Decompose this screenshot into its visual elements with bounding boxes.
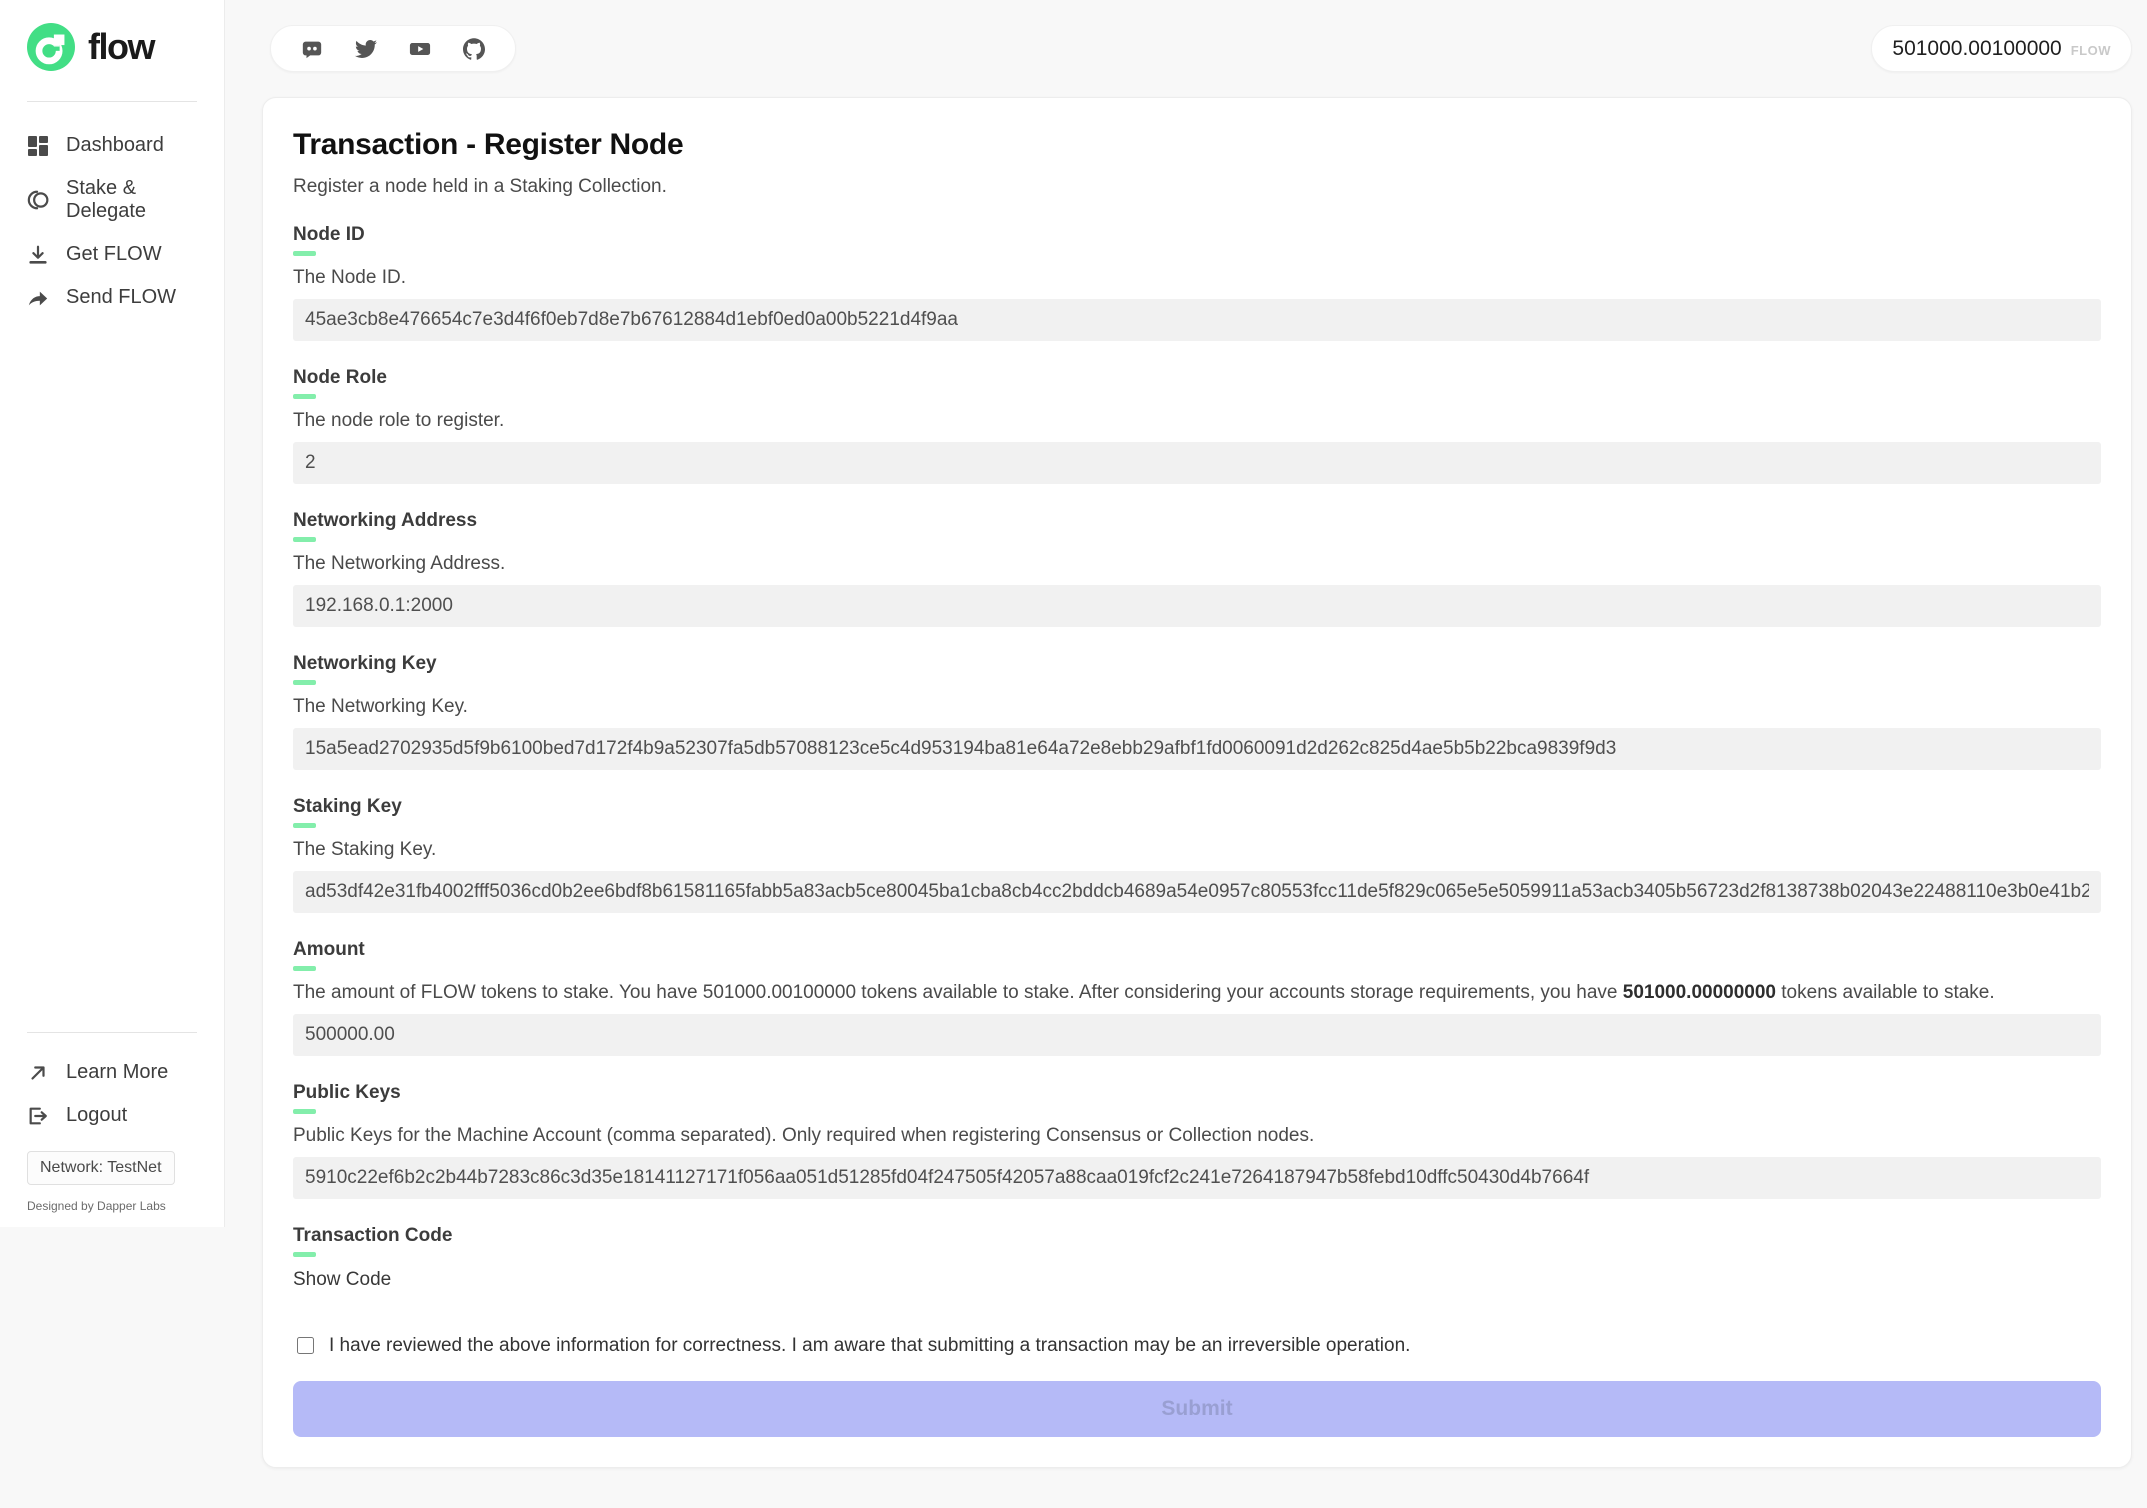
field-description: The amount of FLOW tokens to stake. You … xyxy=(293,982,2101,1004)
label-underline xyxy=(293,1252,316,1257)
twitter-link[interactable] xyxy=(355,38,377,60)
field-description: The Staking Key. xyxy=(293,839,2101,861)
network-badge: Network: TestNet xyxy=(27,1151,175,1185)
sidebar: flow Dashboard Stake & Delegate xyxy=(0,0,225,1227)
external-link-icon xyxy=(27,1062,49,1084)
confirmation-row: I have reviewed the above information fo… xyxy=(293,1335,2101,1357)
topbar: 501000.00100000 FLOW xyxy=(225,0,2147,72)
sidebar-item-get-flow[interactable]: Get FLOW xyxy=(0,233,224,276)
sidebar-item-label: Learn More xyxy=(66,1061,168,1084)
field-description: Public Keys for the Machine Account (com… xyxy=(293,1125,2101,1147)
discord-icon xyxy=(301,38,323,60)
label-underline xyxy=(293,966,316,971)
account-balance-pill: 501000.00100000 FLOW xyxy=(1871,25,2132,72)
github-link[interactable] xyxy=(463,38,485,60)
label-underline xyxy=(293,680,316,685)
show-code-toggle[interactable]: Show Code xyxy=(293,1269,391,1291)
credit-text: Designed by Dapper Labs xyxy=(27,1199,224,1213)
amount-available-bold: 501000.00000000 xyxy=(1623,982,1776,1003)
social-links-pill xyxy=(270,25,516,72)
youtube-icon xyxy=(409,38,431,60)
confirm-checkbox[interactable] xyxy=(297,1337,314,1354)
sidebar-divider-bottom xyxy=(27,1032,197,1033)
sidebar-item-label: Send FLOW xyxy=(66,286,176,309)
sidebar-footer: Learn More Logout Network: TestNet Desig… xyxy=(0,1032,224,1213)
field-label: Node ID xyxy=(293,224,2101,246)
page-title: Transaction - Register Node xyxy=(293,128,2101,162)
page-subtitle: Register a node held in a Staking Collec… xyxy=(293,176,2101,198)
twitter-icon xyxy=(355,38,377,60)
sidebar-item-send-flow[interactable]: Send FLOW xyxy=(0,276,224,319)
field-networking-address: Networking Address The Networking Addres… xyxy=(293,510,2101,627)
field-node-role: Node Role The node role to register. xyxy=(293,367,2101,484)
field-networking-key: Networking Key The Networking Key. xyxy=(293,653,2101,770)
public-keys-input[interactable] xyxy=(293,1157,2101,1199)
field-amount: Amount The amount of FLOW tokens to stak… xyxy=(293,939,2101,1056)
field-label: Networking Key xyxy=(293,653,2101,675)
sidebar-item-dashboard[interactable]: Dashboard xyxy=(0,124,224,167)
sidebar-item-label: Logout xyxy=(66,1104,127,1127)
stake-delegate-icon xyxy=(27,189,49,211)
networking-key-input[interactable] xyxy=(293,728,2101,770)
flow-logo-icon xyxy=(27,23,75,71)
download-icon xyxy=(27,244,49,266)
field-label: Networking Address xyxy=(293,510,2101,532)
logout-icon xyxy=(27,1105,49,1127)
field-public-keys: Public Keys Public Keys for the Machine … xyxy=(293,1082,2101,1199)
node-id-input[interactable] xyxy=(293,299,2101,341)
label-underline xyxy=(293,823,316,828)
github-icon xyxy=(463,38,485,60)
field-label: Staking Key xyxy=(293,796,2101,818)
sidebar-nav: Dashboard Stake & Delegate Get FLOW Send… xyxy=(0,124,224,319)
label-underline xyxy=(293,394,316,399)
flow-brand[interactable]: flow xyxy=(0,0,224,71)
submit-button[interactable]: Submit xyxy=(293,1381,2101,1437)
staking-key-input[interactable] xyxy=(293,871,2101,913)
balance-amount: 501000.00100000 xyxy=(1892,37,2061,61)
send-arrow-icon xyxy=(27,287,49,309)
amount-desc-pre: The amount of FLOW tokens to stake. You … xyxy=(293,982,1623,1003)
field-label: Node Role xyxy=(293,367,2101,389)
label-underline xyxy=(293,537,316,542)
field-description: The Networking Key. xyxy=(293,696,2101,718)
field-description: The Networking Address. xyxy=(293,553,2101,575)
field-transaction-code: Transaction Code Show Code xyxy=(293,1225,2101,1291)
amount-input[interactable] xyxy=(293,1014,2101,1056)
sidebar-item-label: Get FLOW xyxy=(66,243,162,266)
discord-link[interactable] xyxy=(301,38,323,60)
field-node-id: Node ID The Node ID. xyxy=(293,224,2101,341)
youtube-link[interactable] xyxy=(409,38,431,60)
sidebar-divider-top xyxy=(27,101,197,102)
main-area: 501000.00100000 FLOW Transaction - Regis… xyxy=(225,0,2147,1508)
transaction-card: Transaction - Register Node Register a n… xyxy=(262,97,2132,1468)
sidebar-item-learn-more[interactable]: Learn More xyxy=(0,1051,224,1094)
field-label: Amount xyxy=(293,939,2101,961)
label-underline xyxy=(293,1109,316,1114)
sidebar-item-stake-delegate[interactable]: Stake & Delegate xyxy=(0,167,224,233)
sidebar-item-label: Stake & Delegate xyxy=(66,177,214,223)
sidebar-item-label: Dashboard xyxy=(66,134,164,157)
confirm-label: I have reviewed the above information fo… xyxy=(329,1335,1410,1357)
field-label: Public Keys xyxy=(293,1082,2101,1104)
networking-address-input[interactable] xyxy=(293,585,2101,627)
amount-desc-post: tokens available to stake. xyxy=(1776,982,1995,1003)
field-description: The Node ID. xyxy=(293,267,2101,289)
balance-unit: FLOW xyxy=(2071,43,2111,58)
node-role-input[interactable] xyxy=(293,442,2101,484)
label-underline xyxy=(293,251,316,256)
brand-wordmark: flow xyxy=(88,26,154,68)
sidebar-item-logout[interactable]: Logout xyxy=(0,1094,224,1137)
field-label: Transaction Code xyxy=(293,1225,2101,1247)
field-staking-key: Staking Key The Staking Key. xyxy=(293,796,2101,913)
dashboard-grid-icon xyxy=(27,135,49,157)
field-description: The node role to register. xyxy=(293,410,2101,432)
